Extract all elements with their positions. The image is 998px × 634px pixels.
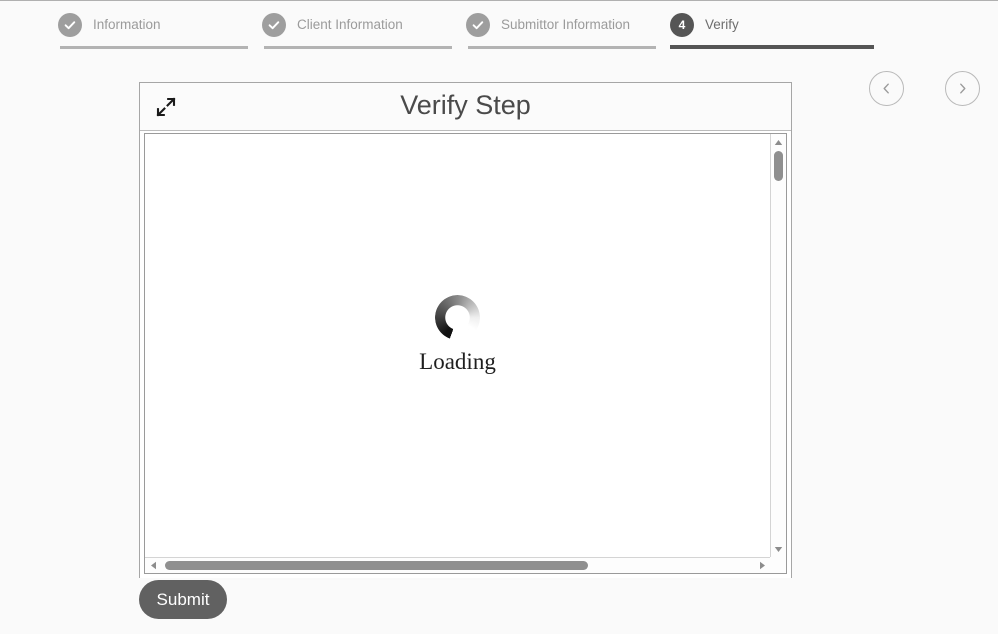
caret-right-icon[interactable] <box>755 558 770 573</box>
horizontal-scrollbar-thumb[interactable] <box>165 561 588 570</box>
previous-step-button[interactable] <box>869 71 904 106</box>
step-status-check-icon <box>466 13 490 37</box>
caret-left-icon[interactable] <box>146 558 161 573</box>
chevron-right-icon <box>956 82 969 95</box>
step-progress-bar <box>60 46 248 49</box>
step-verify[interactable]: 4 Verify <box>670 1 874 55</box>
scrollbar-corner <box>770 557 786 573</box>
content-frame: Loading <box>144 133 787 574</box>
step-status-check-icon <box>58 13 82 37</box>
vertical-scrollbar[interactable] <box>770 134 786 557</box>
step-number-badge: 4 <box>670 13 694 37</box>
content-viewport: Loading <box>145 134 770 557</box>
caret-down-icon[interactable] <box>771 542 786 557</box>
step-label: Information <box>93 17 161 32</box>
loading-label: Loading <box>419 348 496 374</box>
step-label: Submittor Information <box>501 17 631 32</box>
vertical-scrollbar-thumb[interactable] <box>774 151 783 181</box>
expand-icon[interactable] <box>154 95 178 119</box>
caret-up-icon[interactable] <box>771 135 786 150</box>
chevron-left-icon <box>880 82 893 95</box>
step-progress-bar <box>670 45 874 49</box>
spinner-icon <box>435 294 480 340</box>
horizontal-scrollbar[interactable] <box>145 557 770 573</box>
step-progress-bar <box>264 46 452 49</box>
submit-button[interactable]: Submit <box>139 580 227 619</box>
next-step-button[interactable] <box>945 71 980 106</box>
verify-step-panel: Verify Step Loading <box>139 82 792 578</box>
loading-indicator: Loading <box>419 294 496 374</box>
step-label: Verify <box>705 17 739 32</box>
step-progress-bar <box>468 46 656 49</box>
wizard-stepper: Information Client Information Submittor… <box>58 1 874 55</box>
page-title: Verify Step <box>400 90 531 120</box>
step-information[interactable]: Information <box>58 1 262 55</box>
step-client-information[interactable]: Client Information <box>262 1 466 55</box>
step-submittor-information[interactable]: Submittor Information <box>466 1 670 55</box>
panel-header: Verify Step <box>140 83 791 131</box>
step-status-check-icon <box>262 13 286 37</box>
panel-body: Loading <box>140 131 791 578</box>
step-label: Client Information <box>297 17 403 32</box>
